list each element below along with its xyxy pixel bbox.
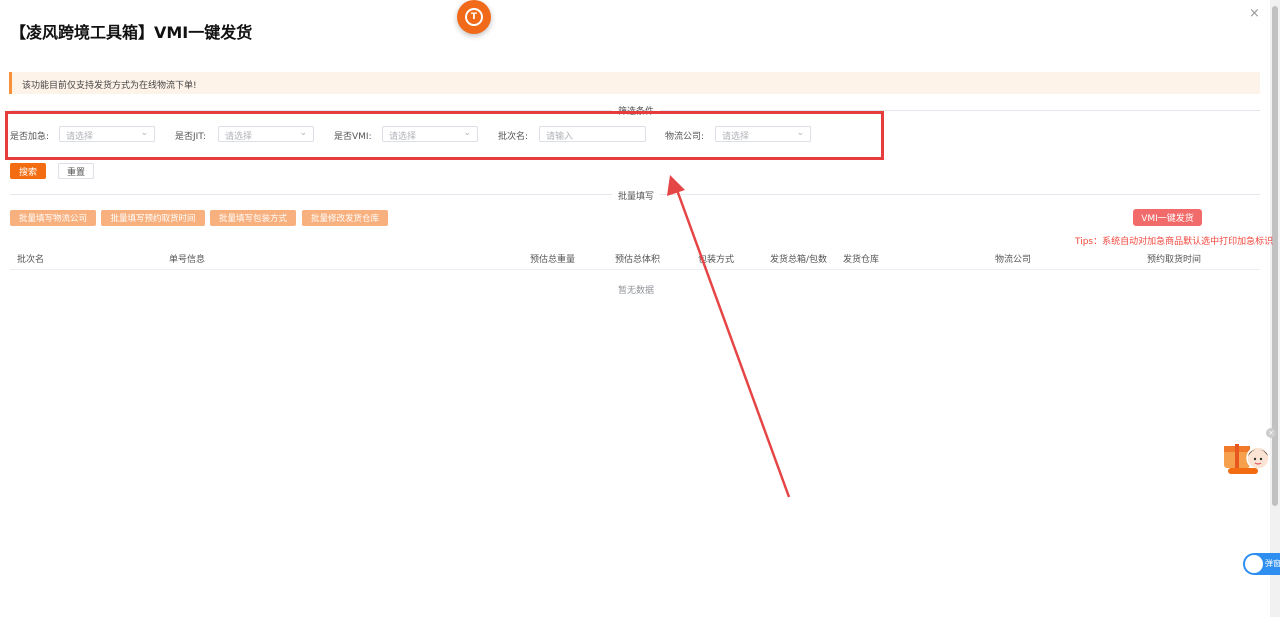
popup-toggle[interactable]: 弹窗: [1243, 553, 1280, 575]
toggle-label: 弹窗: [1265, 559, 1280, 568]
annotation-arrow-icon: [667, 175, 791, 498]
float-close-icon[interactable]: ×: [1266, 428, 1276, 438]
toggle-knob: [1245, 555, 1263, 573]
gift-avatar-icon[interactable]: [1222, 432, 1270, 476]
